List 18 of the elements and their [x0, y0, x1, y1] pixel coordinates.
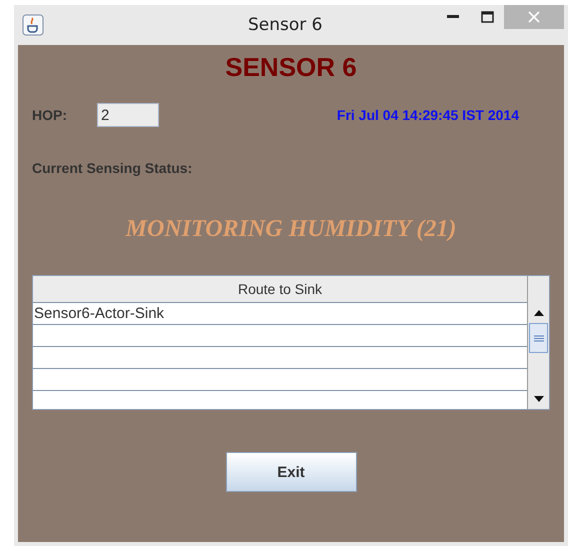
sensor-heading: SENSOR 6: [224, 52, 358, 83]
hop-label: HOP:: [32, 107, 67, 123]
scrollbar[interactable]: [527, 276, 549, 409]
minimize-icon: [447, 15, 459, 19]
grip-icon: [534, 334, 544, 342]
sensing-status: MONITORING HUMIDITY (21): [124, 216, 458, 243]
scroll-down-icon[interactable]: [534, 396, 544, 402]
close-icon: [528, 11, 540, 23]
status-label: Current Sensing Status:: [32, 160, 194, 176]
cup-icon: [22, 14, 44, 36]
column-header[interactable]: Route to Sink: [33, 276, 527, 303]
exit-button[interactable]: Exit: [226, 452, 356, 492]
table-cell[interactable]: Sensor6-Actor-Sink: [33, 303, 527, 325]
hop-field[interactable]: 2: [97, 103, 159, 127]
scroll-up-icon[interactable]: [534, 310, 544, 316]
timestamp: Fri Jul 04 14:29:45 IST 2014: [336, 107, 519, 123]
maximize-icon: [480, 11, 494, 23]
window-title: Sensor 6: [248, 15, 322, 35]
